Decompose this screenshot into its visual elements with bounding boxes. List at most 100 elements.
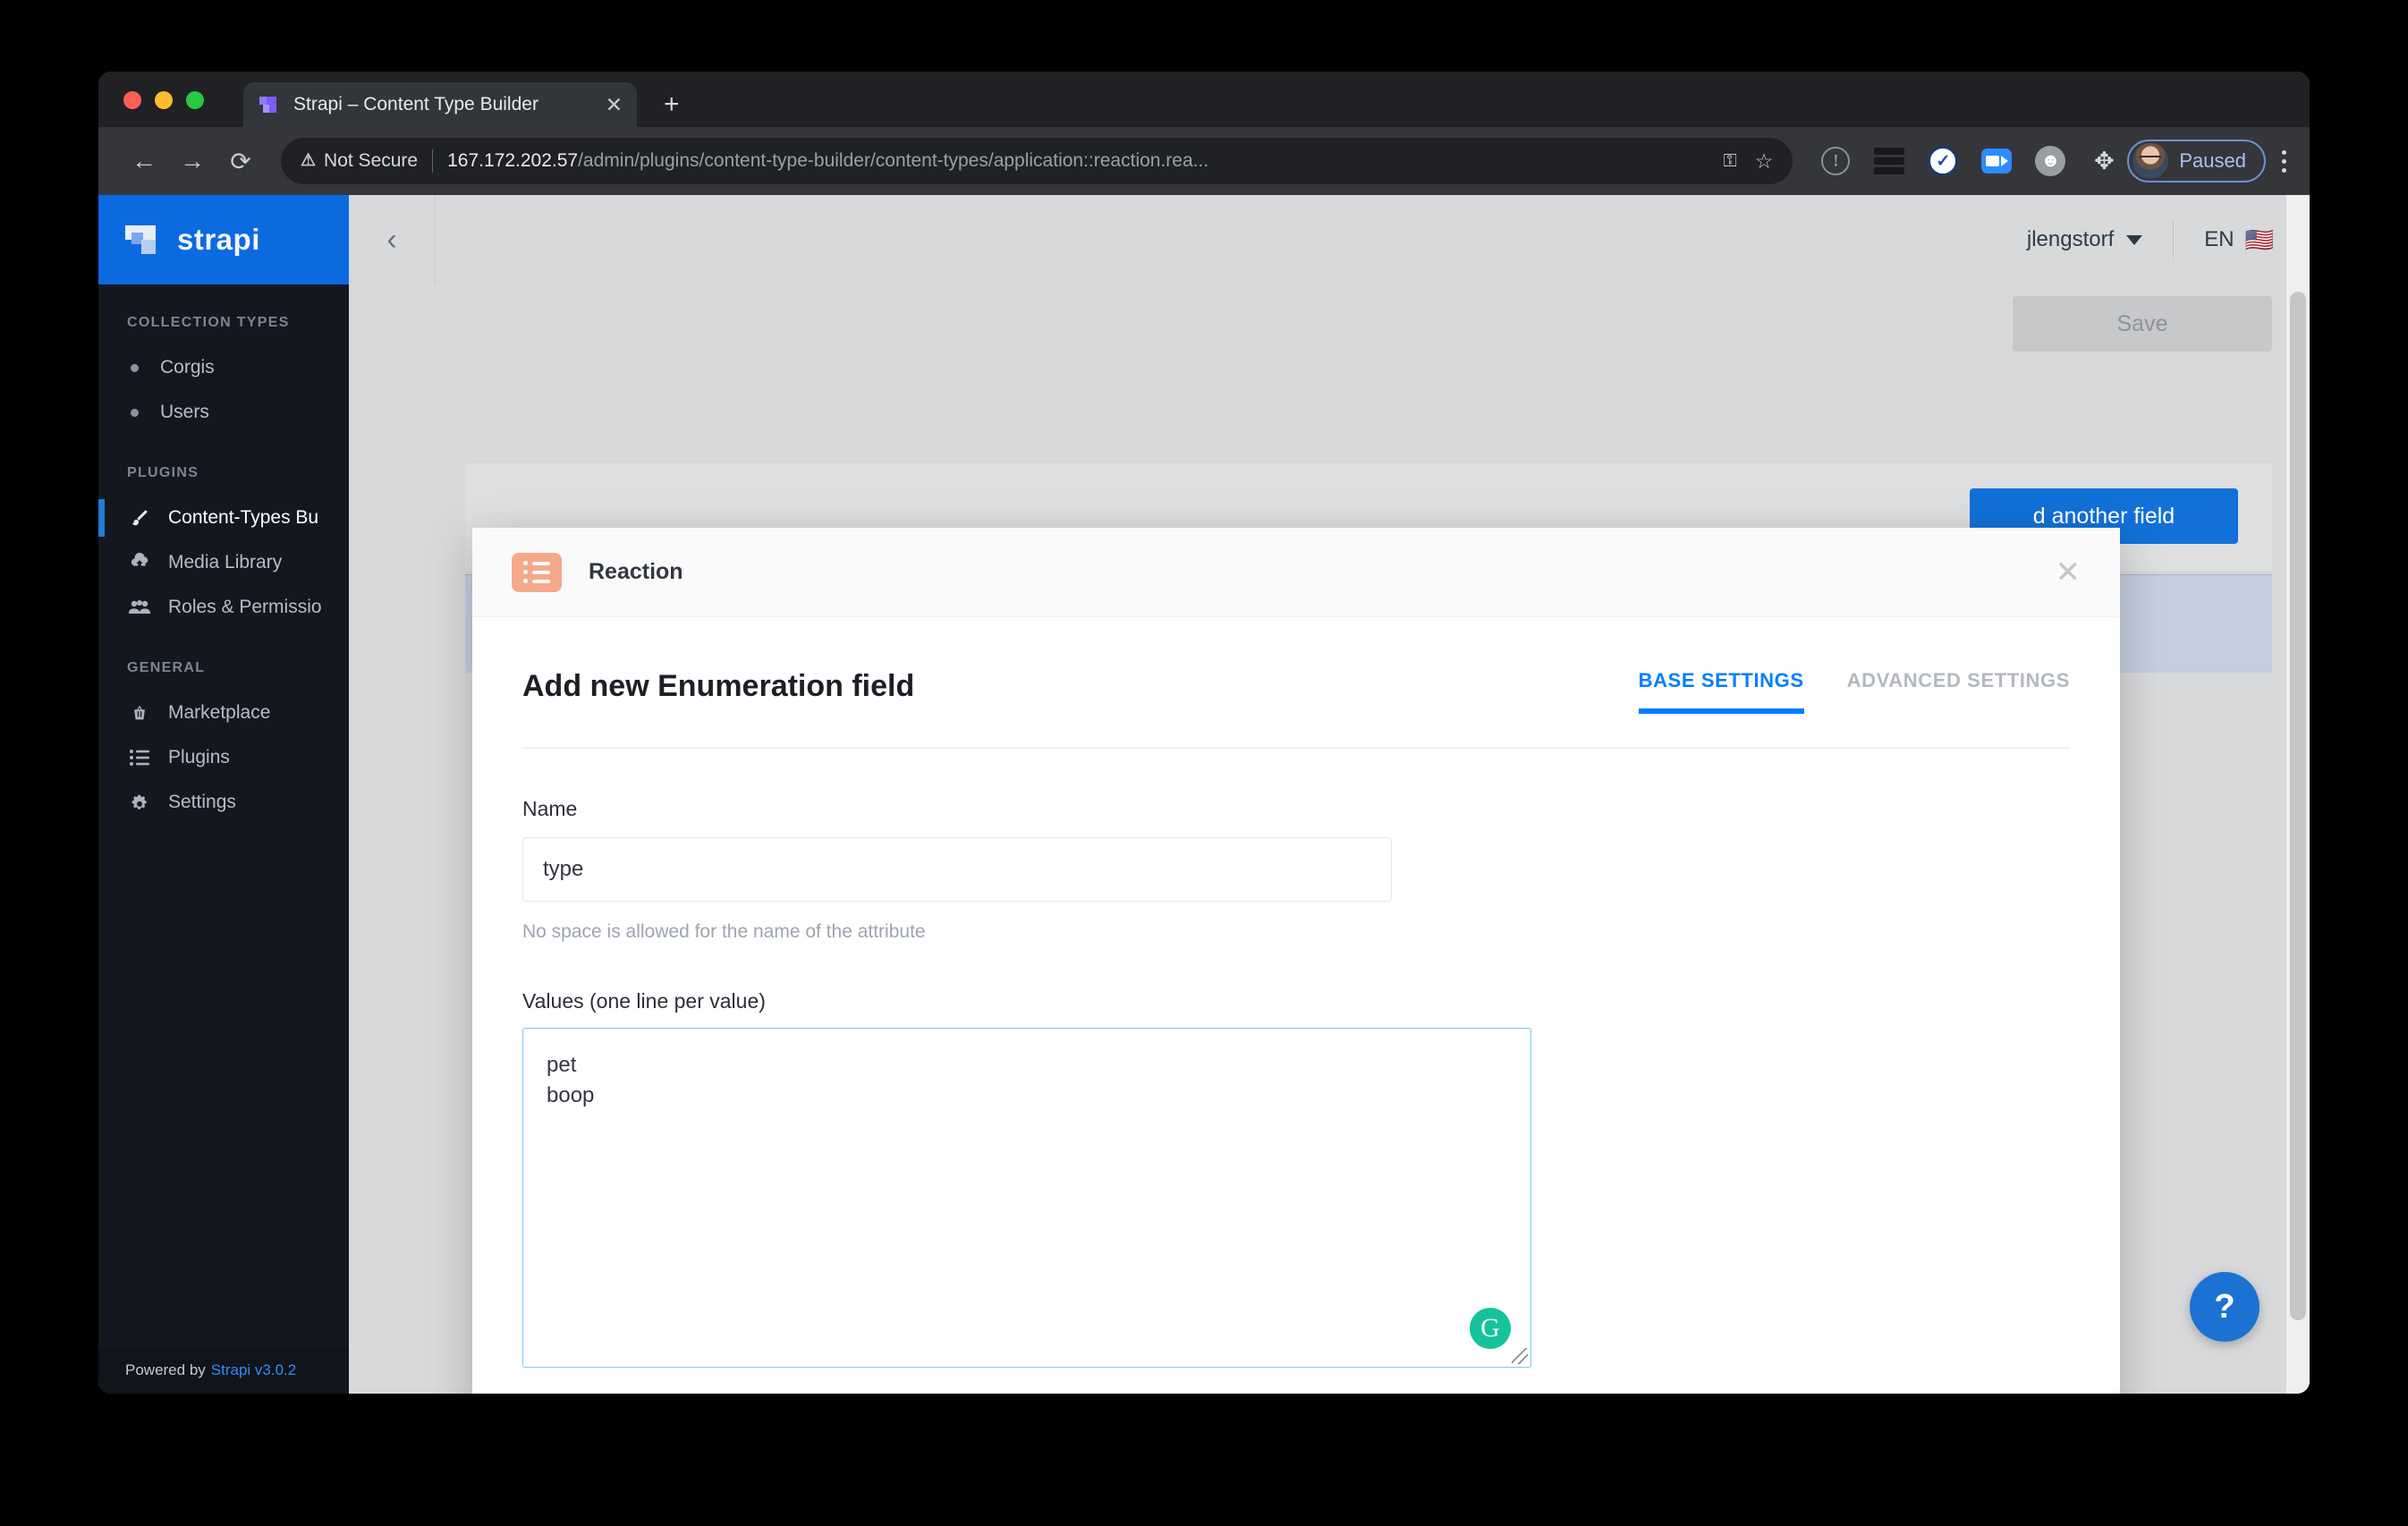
minimize-window-button[interactable]: [155, 91, 173, 109]
name-field-helper-text: No space is allowed for the name of the …: [522, 921, 926, 942]
bullet-icon: [131, 363, 139, 372]
values-textarea[interactable]: pet boop G: [522, 1028, 1531, 1368]
modal-body: Add new Enumeration field BASE SETTINGS …: [472, 617, 2120, 1394]
strapi-logo[interactable]: strapi: [98, 195, 349, 284]
help-button[interactable]: ?: [2190, 1272, 2260, 1342]
cloud-upload-icon: [127, 553, 152, 572]
maximize-window-button[interactable]: [186, 91, 204, 109]
sidebar-section-plugins: PLUGINS: [127, 465, 199, 480]
url-host: 167.172.202.57: [447, 150, 579, 171]
close-icon[interactable]: ✕: [2056, 557, 2082, 588]
sidebar-item-label: Roles & Permissio: [168, 597, 322, 617]
sidebar-item-media-library[interactable]: Media Library: [98, 540, 349, 585]
users-group-icon: [127, 598, 152, 616]
modal-header: Reaction ✕: [472, 528, 2120, 617]
values-line: boop: [547, 1083, 595, 1108]
grammarly-icon[interactable]: G: [1470, 1308, 1511, 1349]
chevron-down-icon: [2126, 234, 2143, 245]
strapi-favicon-icon: [258, 93, 281, 116]
powered-by-prefix: Powered by: [125, 1361, 206, 1378]
save-button[interactable]: Save: [2013, 296, 2272, 352]
strapi-sidebar: strapi COLLECTION TYPES Corgis Users PLU…: [98, 195, 349, 1394]
sidebar-section-general: GENERAL: [127, 660, 206, 675]
close-window-button[interactable]: [123, 91, 141, 109]
enumeration-list-icon: [512, 552, 562, 592]
browser-toolbar: ← → ⟳ ⚠ Not Secure 167.172.202.57 /admin…: [98, 127, 2310, 195]
sidebar-item-plugins[interactable]: Plugins: [98, 735, 349, 780]
new-tab-button[interactable]: +: [664, 91, 680, 118]
sidebar-item-corgis[interactable]: Corgis: [98, 345, 349, 390]
values-line: pet: [547, 1053, 577, 1077]
strapi-version-link[interactable]: Strapi v3.0.2: [211, 1361, 296, 1379]
tab-close-icon[interactable]: ✕: [606, 94, 623, 115]
modal-content-type-title: Reaction: [589, 559, 683, 584]
name-input[interactable]: type: [522, 837, 1392, 902]
list-icon: [127, 750, 152, 766]
check-circle-icon[interactable]: ✓: [1925, 143, 1961, 179]
window-traffic-lights: [123, 91, 204, 109]
tab-title: Strapi – Content Type Builder: [293, 94, 538, 114]
settings-tabs: BASE SETTINGS ADVANCED SETTINGS: [1638, 669, 2070, 714]
sidebar-section-collection-types: COLLECTION TYPES: [127, 315, 290, 330]
gear-icon: [127, 793, 152, 812]
sidebar-item-label: Settings: [168, 792, 236, 812]
avatar: [2132, 143, 2169, 179]
language-label[interactable]: EN: [2204, 227, 2234, 252]
sidebar-item-marketplace[interactable]: Plugins Marketplace: [98, 691, 349, 735]
zoom-camera-icon[interactable]: [1979, 143, 2014, 179]
browser-tab-strip: Strapi – Content Type Builder ✕ +: [98, 72, 2310, 127]
profile-button[interactable]: Paused: [2127, 140, 2266, 182]
strapi-header: ‹ jlengstorf EN 🇺🇸: [349, 195, 2310, 284]
ghost-icon[interactable]: ☻: [2032, 143, 2068, 179]
back-button[interactable]: ←: [120, 137, 168, 185]
bookmark-star-icon[interactable]: ☆: [1755, 149, 1774, 174]
not-secure-warning-icon: ⚠: [301, 150, 317, 170]
layers-stack-icon[interactable]: [1871, 143, 1907, 179]
browser-menu-button[interactable]: [2282, 149, 2286, 173]
forward-button[interactable]: →: [168, 137, 216, 185]
flag-icon: 🇺🇸: [2244, 225, 2274, 253]
username-label: jlengstorf: [2026, 227, 2115, 251]
tab-advanced-settings[interactable]: ADVANCED SETTINGS: [1847, 669, 2070, 712]
values-field-label: Values (one line per value): [522, 989, 766, 1013]
page-viewport: strapi COLLECTION TYPES Corgis Users PLU…: [98, 195, 2310, 1394]
puzzle-piece-icon[interactable]: ✥: [2086, 143, 2122, 179]
shopping-basket-icon: [127, 703, 152, 723]
page-scrollbar[interactable]: [2286, 195, 2310, 1394]
name-field-label: Name: [522, 797, 578, 820]
page-scrollbar-thumb[interactable]: [2290, 292, 2306, 1320]
sidebar-item-label: Content-Types Bu: [168, 507, 319, 528]
sidebar-item-users[interactable]: Users: [98, 390, 349, 435]
password-key-icon[interactable]: ⚿: [1724, 151, 1737, 172]
powered-by-footer: Powered by Strapi v3.0.2: [98, 1347, 349, 1394]
browser-tab[interactable]: Strapi – Content Type Builder ✕: [243, 82, 637, 127]
extensions-row: ! ✓ ☻ ✥: [1818, 143, 2122, 179]
user-menu[interactable]: jlengstorf: [2026, 227, 2143, 252]
sidebar-item-label: Users: [160, 402, 209, 422]
sidebar-item-settings[interactable]: Settings: [98, 780, 349, 825]
info-circle-icon[interactable]: !: [1818, 143, 1853, 179]
strapi-logo-icon: [125, 222, 165, 258]
sidebar-item-content-types-builder[interactable]: Content-Types Bu: [98, 496, 349, 540]
page-title: Add new Enumeration field: [522, 669, 915, 703]
collapse-nav-button[interactable]: ‹: [349, 195, 435, 284]
add-field-modal: Reaction ✕ Add new Enumeration field BAS…: [472, 528, 2120, 1394]
header-separator: [2173, 222, 2175, 258]
url-path: /admin/plugins/content-type-builder/cont…: [578, 150, 1209, 171]
omnibox-divider: [432, 149, 434, 173]
textarea-resize-handle[interactable]: [1512, 1348, 1528, 1364]
paintbrush-icon: [127, 508, 152, 528]
sync-paused-label: Paused: [2179, 149, 2246, 172]
sidebar-item-label: Plugins: [168, 747, 230, 767]
sidebar-item-label: Media Library: [168, 552, 283, 572]
reload-button[interactable]: ⟳: [216, 137, 265, 185]
header-divider: [435, 195, 436, 284]
tab-base-settings[interactable]: BASE SETTINGS: [1638, 669, 1804, 714]
security-status-label[interactable]: Not Secure: [324, 150, 418, 172]
sidebar-item-label: Corgis: [160, 357, 215, 377]
sidebar-item-roles-permissions[interactable]: Roles & Permissio: [98, 585, 349, 630]
browser-window: Strapi – Content Type Builder ✕ + ← → ⟳ …: [98, 72, 2310, 1394]
sidebar-item-label: Marketplace: [168, 702, 271, 723]
address-bar[interactable]: ⚠ Not Secure 167.172.202.57 /admin/plugi…: [281, 138, 1793, 184]
